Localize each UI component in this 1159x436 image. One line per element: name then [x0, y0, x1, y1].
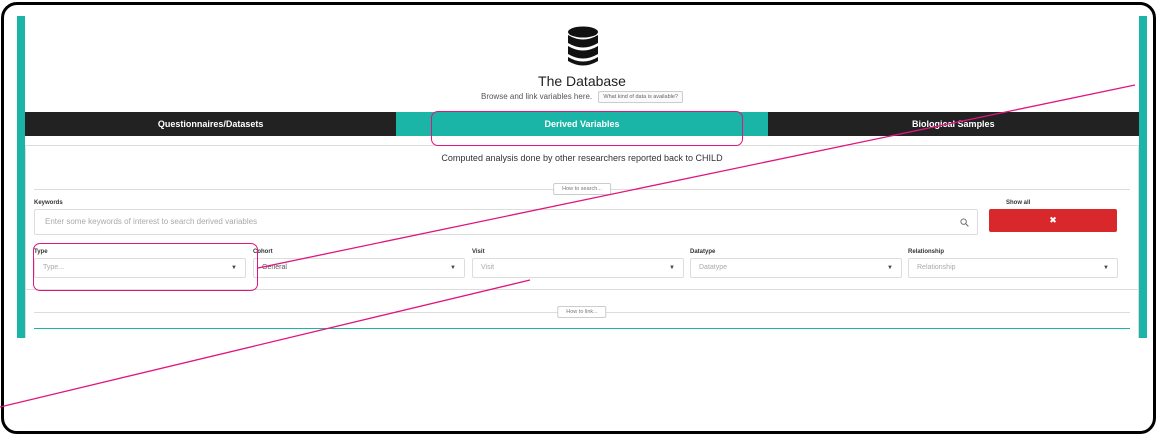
- show-all-label: Show all: [1006, 200, 1031, 206]
- annotation-highlight-derived-tab: [431, 111, 743, 146]
- keywords-label: Keywords: [34, 200, 63, 206]
- search-placeholder: Enter some keywords of interest to searc…: [45, 217, 258, 226]
- chevron-down-icon: ▼: [887, 265, 893, 271]
- filter-label-visit: Visit: [472, 249, 485, 255]
- relationship-placeholder: Relationship: [917, 264, 956, 271]
- screenshot-frame: The Database Browse and link variables h…: [1, 2, 1156, 434]
- search-help-row: How to search...: [34, 183, 1130, 195]
- database-icon: [568, 26, 598, 66]
- page-title: The Database: [538, 73, 626, 89]
- annotation-highlight-type-filter: [33, 243, 258, 291]
- chevron-down-icon: ▼: [450, 265, 456, 271]
- tab-questionnaires[interactable]: Questionnaires/Datasets: [25, 112, 397, 136]
- search-input[interactable]: Enter some keywords of interest to searc…: [34, 209, 978, 235]
- datatype-placeholder: Datatype: [699, 264, 728, 271]
- datatype-select[interactable]: Datatype ▼: [690, 258, 902, 278]
- relationship-select[interactable]: Relationship ▼: [908, 258, 1118, 278]
- cohort-value: General: [262, 264, 287, 271]
- chevron-down-icon: ▼: [1103, 265, 1109, 271]
- close-icon: ✖: [1049, 215, 1057, 225]
- panel-description: Computed analysis done by other research…: [441, 153, 723, 163]
- visit-placeholder: Visit: [481, 264, 495, 271]
- data-info-button[interactable]: What kind of data is available?: [598, 91, 683, 103]
- how-to-link-button[interactable]: How to link...: [557, 306, 607, 318]
- cohort-select[interactable]: General ▼: [253, 258, 465, 278]
- link-help-row: How to link...: [34, 306, 1130, 318]
- clear-filters-button[interactable]: ✖: [989, 209, 1117, 232]
- how-to-search-button[interactable]: How to search...: [553, 183, 611, 195]
- chevron-down-icon: ▼: [669, 265, 675, 271]
- filter-label-relationship: Relationship: [908, 249, 945, 255]
- visit-select[interactable]: Visit ▼: [472, 258, 684, 278]
- tab-biological-samples[interactable]: Biological Samples: [767, 112, 1139, 136]
- search-icon[interactable]: [960, 218, 969, 227]
- derived-variables-panel: Computed analysis done by other research…: [25, 145, 1139, 338]
- subtitle: Browse and link variables here.: [480, 92, 593, 102]
- subtitle-row: Browse and link variables here. What kin…: [25, 91, 1139, 103]
- filter-label-datatype: Datatype: [690, 249, 716, 255]
- link-panel-border: [34, 328, 1130, 329]
